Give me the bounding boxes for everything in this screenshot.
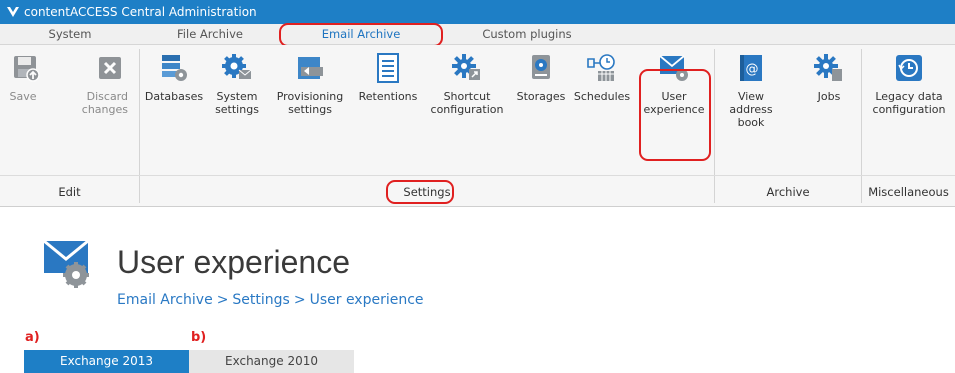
- discard-icon: [92, 51, 128, 85]
- tab-custom-plugins[interactable]: Custom plugins: [442, 24, 612, 45]
- provisioning-icon: [292, 51, 328, 85]
- annotation-a: a): [25, 330, 40, 345]
- storage-icon: [523, 51, 559, 85]
- svg-text:@: @: [746, 62, 759, 77]
- highlight-settings-group: [386, 180, 454, 204]
- save-button[interactable]: Save: [8, 47, 40, 103]
- page-title: User experience: [117, 244, 350, 280]
- group-label-archive: Archive: [766, 185, 810, 199]
- system-settings-button[interactable]: System settings: [210, 47, 264, 116]
- window-title: contentACCESS Central Administration: [24, 5, 257, 19]
- shortcut-gear-icon: [449, 51, 485, 85]
- save-icon: [8, 51, 44, 85]
- breadcrumb-item-settings[interactable]: Settings: [232, 292, 289, 308]
- tab-system[interactable]: System: [0, 24, 140, 45]
- shortcut-configuration-button[interactable]: Shortcut configuration: [424, 47, 510, 116]
- user-experience-page-icon: [40, 237, 96, 289]
- annotation-b: b): [191, 330, 207, 345]
- schedule-clock-icon: [584, 51, 620, 85]
- highlight-user-experience: [639, 69, 711, 161]
- gear-mail-icon: [219, 51, 255, 85]
- main-tab-bar: System File Archive Email Archive Custom…: [0, 23, 955, 47]
- breadcrumb-separator: >: [216, 292, 229, 308]
- jobs-button[interactable]: Jobs: [804, 47, 854, 103]
- group-label-miscellaneous: Miscellaneous: [868, 185, 949, 199]
- breadcrumb-item-user-experience: User experience: [309, 292, 424, 308]
- highlight-email-archive-tab: [279, 23, 443, 47]
- databases-button[interactable]: Databases: [142, 47, 206, 103]
- discard-changes-button[interactable]: Discard changes: [74, 47, 128, 116]
- address-book-icon: @: [733, 51, 769, 85]
- ribbon: Save Discard changes Databases System se…: [0, 45, 955, 207]
- app-logo-icon: [4, 3, 22, 21]
- retention-list-icon: [370, 51, 406, 85]
- tab-exchange-2013[interactable]: Exchange 2013: [24, 350, 189, 373]
- breadcrumb-separator: >: [293, 292, 306, 308]
- retentions-button[interactable]: Retentions: [355, 47, 421, 103]
- database-icon: [156, 51, 192, 85]
- tab-file-archive[interactable]: File Archive: [140, 24, 280, 45]
- ribbon-group-labels: Edit Settings Archive Miscellaneous: [0, 175, 955, 207]
- schedules-button[interactable]: Schedules: [566, 47, 638, 103]
- breadcrumb-item-email-archive[interactable]: Email Archive: [117, 292, 213, 308]
- provisioning-settings-button[interactable]: Provisioning settings: [270, 47, 350, 116]
- tab-exchange-2010[interactable]: Exchange 2010: [189, 350, 354, 373]
- history-clock-icon: [891, 51, 927, 85]
- jobs-gear-icon: [811, 51, 847, 85]
- title-bar: contentACCESS Central Administration: [0, 0, 955, 24]
- storages-button[interactable]: Storages: [514, 47, 568, 103]
- breadcrumb: Email Archive > Settings > User experience: [117, 292, 424, 308]
- legacy-data-configuration-button[interactable]: Legacy data configuration: [866, 47, 952, 116]
- view-address-book-button[interactable]: @ View address book: [716, 47, 786, 129]
- group-label-edit: Edit: [58, 185, 81, 199]
